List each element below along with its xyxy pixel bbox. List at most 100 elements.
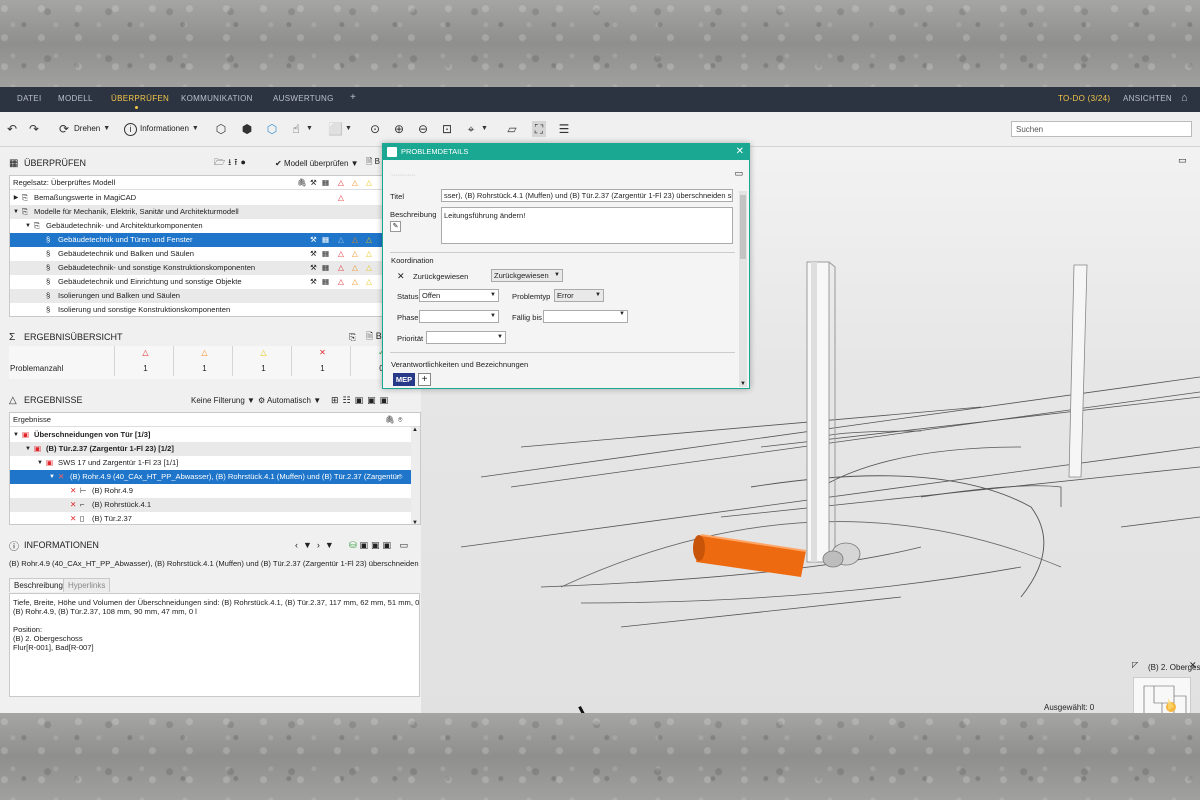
mep-tag[interactable]: MEP [393,373,415,386]
close-minimap-icon[interactable]: ✕ [1189,660,1197,671]
count-rejected: 1 [320,364,325,373]
collapse-icon[interactable]: ▼ [48,470,56,484]
expand-icon[interactable]: ▶ [12,191,20,205]
rejected-select[interactable]: Zurückgewiesen ▼ [491,269,563,282]
ruleset-row[interactable]: § Isolierung und sonstige Konstruktionsk… [10,303,420,316]
model-cubes-icon[interactable]: ⬡ [214,121,228,137]
model-isolate-icon[interactable]: ⬡ [265,121,279,137]
ruleset-row[interactable]: § Gebäudetechnik und Balken und Säulen ⚒… [10,247,420,261]
tab-hyperlinks[interactable]: Hyperlinks [63,578,111,592]
description-field[interactable]: Leitungsführung ändern! [441,207,733,244]
minimap-floorplan [1143,685,1187,713]
result-group-row[interactable]: ▼ ▣ Überschneidungen von Tür [1/3] [10,428,420,442]
result-component-row[interactable]: ✕ ⌐ (B) Rohrstück.4.1 [10,498,420,512]
nav-datei[interactable]: DATEI [17,94,41,103]
panel-toggle-icon[interactable]: ▭ [734,168,743,179]
ruleset-row[interactable]: ▶ ⎘ Bemaßungswerte in MagiCAD △ [10,191,420,205]
result-group-row[interactable]: ▼ ▣ (B) Tür.2.37 (Zargentür 1-Fl 23) [1/… [10,442,420,456]
ruleset-row[interactable]: § Gebäudetechnik und Einrichtung und son… [10,275,420,289]
ruleset-row[interactable]: § Gebäudetechnik- und sonstige Konstrukt… [10,261,420,275]
result-component-row[interactable]: ✕ ⊢ (B) Rohr.4.9 [10,484,420,498]
report-button[interactable]: 🗎 B [366,329,382,345]
calendar-dropdown-icon[interactable]: ▼ [619,311,625,317]
ruleset-row-selected[interactable]: § Gebäudetechnik und Türen und Fenster ⚒… [10,233,420,247]
drag-handle-icon[interactable]: ⋯⋯⋯⋯ [391,172,415,179]
grid-icon: ▦ [322,277,330,286]
copy-icon[interactable]: ⎘ [349,332,356,343]
result-group-row[interactable]: ▼ ▣ SWS 17 und Zargentür 1-Fl 23 [1/1] [10,456,420,470]
result-issue-row-selected[interactable]: ▼ ✕ (B) Rohr.4.9 (40_CAx_HT_PP_Abwasser)… [10,470,420,484]
rule-icon: ⎘ [22,193,29,202]
ruleset-row[interactable]: ▼ ⎘ Modelle für Mechanik, Elektrik, Sani… [10,205,420,219]
collapse-icon[interactable]: ▼ [36,456,44,470]
auto-dropdown[interactable]: ⚙ Automatisch ▼ [258,396,321,405]
sum-icon: Σ [9,331,16,343]
map-icon[interactable]: ⛶ [532,121,546,137]
selection-count: Ausgewählt: 0 [1044,703,1095,712]
phase-label: Phase [397,313,419,322]
chevron-down-icon[interactable]: ▼ [412,520,418,524]
filter-dropdown[interactable]: Keine Filterung ▼ [191,396,255,405]
minimap-view[interactable] [1133,677,1191,713]
nav-ueberpruefen[interactable]: ÜBERPRÜFEN [111,94,169,103]
nav-ansichten[interactable]: ANSICHTEN [1123,94,1172,103]
todo-counter[interactable]: TO-DO (3/24) [1058,94,1110,103]
redo-icon[interactable]: ↷ [27,121,41,137]
zoom-window-icon[interactable]: ⊡ [440,121,454,137]
due-date-field[interactable] [543,310,628,323]
nav-kommunikation[interactable]: KOMMUNIKATION [181,94,253,103]
nav-auswertung[interactable]: AUSWERTUNG [273,94,334,103]
zoom-fit-icon[interactable]: ⊙ [368,121,382,137]
select-icon[interactable]: ⌖ ▼ [464,121,488,137]
title-field[interactable]: sser), (B) Rohrstück.4.1 (Muffen) und (B… [441,189,733,202]
cube-view-icon[interactable]: ⬜ ▼ [328,121,352,137]
scrollbar-thumb[interactable] [740,195,746,259]
door-frame-post [806,261,830,563]
dialog-titlebar[interactable]: PROBLEMDETAILS ✕ [383,144,749,160]
moderate-icon: △ [366,277,372,286]
check-model-button[interactable]: ✔ Modell überprüfen ▼ [275,159,359,168]
undo-icon[interactable]: ↶ [5,121,19,137]
problemtype-select[interactable]: Error ▼ [554,289,604,302]
panel-toggle-icon[interactable]: ▭ [1178,155,1187,166]
rotate-button[interactable]: ⟳ Drehen ▼ [57,121,110,137]
section-divider [390,252,735,253]
search-input[interactable]: Suchen [1011,121,1192,137]
priority-select[interactable]: ▼ [426,331,506,344]
add-tag-button[interactable]: + [418,373,431,386]
results-tools-icon[interactable]: ⊞☷▣▣▣ [331,395,392,406]
folder-tools-icon[interactable]: 🗁⭳⭱● [214,155,249,171]
collapse-icon[interactable]: ▼ [12,205,20,219]
count-critical: 1 [143,364,148,373]
chevron-down-icon[interactable]: ▼ [740,381,746,387]
wrench-icon: ⚒ [310,178,317,187]
zoom-in-icon[interactable]: ⊕ [392,121,406,137]
nav-modell[interactable]: MODELL [58,94,93,103]
edit-icon[interactable]: ✎ [390,221,401,232]
info-tools-icon[interactable]: ⛁▣▣▣ ▭ [349,540,411,551]
zoom-out-icon[interactable]: ⊖ [416,121,430,137]
ruleset-row[interactable]: § Isolierungen und Balken und Säulen [10,289,420,303]
dialog-scrollbar[interactable]: ▼ [739,191,747,387]
result-component-row[interactable]: ✕ ▯ (B) Tür.2.37 [10,512,420,524]
close-icon[interactable]: ✕ [736,144,744,160]
info-navigation-icon[interactable]: ‹▼›▼ [295,540,339,550]
collapse-icon[interactable]: ▼ [12,428,20,442]
model-parts-icon[interactable]: ⬢ [240,121,254,137]
collapse-icon[interactable]: ▼ [24,442,32,456]
nav-add-tab-button[interactable]: + [350,92,356,103]
walk-icon[interactable]: ☝ ▼ [289,121,313,137]
ruleset-row[interactable]: ▼ ⎘ Gebäudetechnik- und Architekturkompo… [10,219,420,233]
plane-icon[interactable]: ▱ [505,121,519,137]
status-select[interactable]: Offen ▼ [419,289,499,302]
report-button[interactable]: 🗎 B [366,156,380,170]
phase-select[interactable]: ▼ [419,310,499,323]
chevron-up-icon[interactable]: ▲ [412,427,418,433]
results-scrollbar[interactable]: ▲ ▼ [411,427,420,524]
home-icon[interactable]: ⌂ [1181,92,1188,104]
tab-description[interactable]: Beschreibung [9,578,68,592]
layers-icon[interactable]: ☰ [557,121,571,137]
collapse-icon[interactable]: ▼ [24,219,32,233]
information-button[interactable]: i Informationen ▼ [124,121,199,137]
info-panel-title: INFORMATIONEN [24,540,99,550]
